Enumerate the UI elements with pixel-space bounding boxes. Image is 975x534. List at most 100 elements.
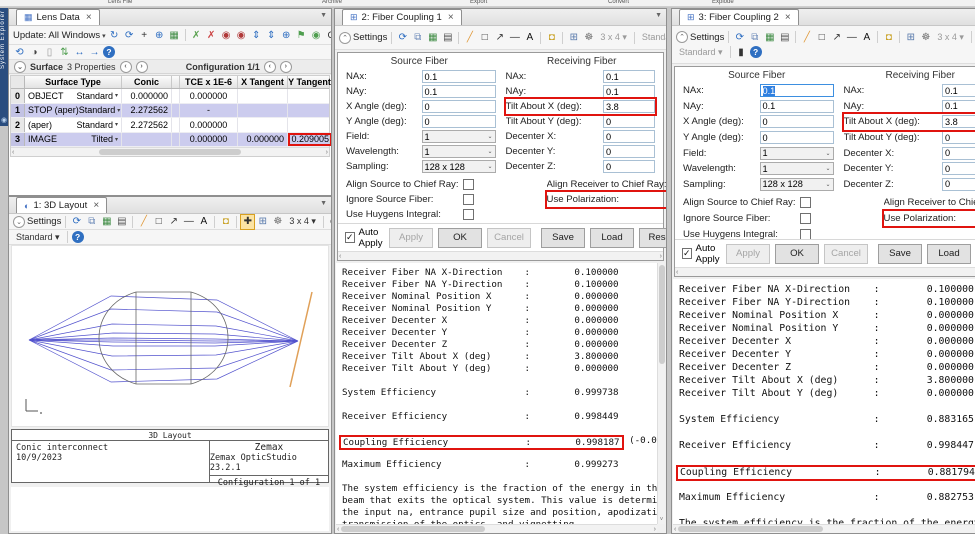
surface-type-dropdown[interactable]: Standard▾ <box>76 120 118 130</box>
conic-cell[interactable]: 2.272562 <box>122 104 172 118</box>
separator[interactable] <box>730 46 731 58</box>
orbit-icon[interactable]: ◎ <box>328 215 332 229</box>
separator[interactable] <box>236 216 237 228</box>
dash-annotation-icon[interactable]: ― <box>508 31 521 45</box>
dialog-button[interactable]: Apply <box>726 244 770 264</box>
window-icon[interactable]: ⊞ <box>904 30 917 44</box>
results-horizontal-scrollbar[interactable]: ‹› <box>336 524 657 533</box>
results-vertical-scrollbar[interactable]: ˅ <box>657 263 665 524</box>
field-input[interactable]: 0⌄ <box>942 131 975 144</box>
contrast-icon[interactable]: ◑ <box>28 45 41 59</box>
dialog-button[interactable]: Reset <box>639 228 667 248</box>
next-config-icon[interactable]: › <box>280 61 292 73</box>
config-rotate2-icon[interactable]: ⟳ <box>123 28 136 42</box>
field-input[interactable]: 0⌄ <box>942 147 975 160</box>
standard-dropdown[interactable]: Standard ▾ <box>639 31 667 45</box>
scrollbar-thumb[interactable] <box>678 526 822 532</box>
separator[interactable] <box>562 32 563 44</box>
dash-annotation-icon[interactable]: ― <box>845 30 858 44</box>
field-input[interactable]: 0⌄ <box>760 115 834 128</box>
tce-cell[interactable]: 0.000000 <box>180 89 238 103</box>
copy-icon[interactable]: ⧉ <box>748 30 761 44</box>
settings-chevron-icon[interactable]: ⌄ <box>13 216 25 228</box>
arrow-annotation-icon[interactable]: ↗ <box>830 30 843 44</box>
window-icon[interactable]: ⊞ <box>256 215 269 229</box>
tce-cell[interactable]: 0.000000 <box>180 133 238 147</box>
field-input[interactable]: 0⌄ <box>603 130 655 143</box>
separator[interactable] <box>634 32 635 44</box>
text-annotation-icon[interactable]: A <box>523 31 536 45</box>
settings-chevron-icon[interactable]: ⌃ <box>676 31 688 43</box>
conic-cell[interactable]: 0.000000 <box>122 89 172 103</box>
gear-icon[interactable]: ☸ <box>271 215 284 229</box>
dialog-button[interactable]: Load <box>590 228 634 248</box>
surface-type-dropdown[interactable]: Tilted▾ <box>91 134 118 144</box>
col-x-tangent[interactable]: X Tangent <box>238 76 288 88</box>
save-image-icon[interactable]: ▦ <box>763 30 776 44</box>
table-row[interactable]: 1 STOP (aper)Standard▾ 2.272562 - <box>11 104 329 119</box>
field-input[interactable]: 0⌄ <box>422 100 496 113</box>
y-tangent-cell[interactable] <box>288 118 332 132</box>
line-annotation-icon[interactable]: ╱ <box>463 31 476 45</box>
tab-fiber-coupling-2[interactable]: ⊞ 3: Fiber Coupling 2 × <box>679 9 799 25</box>
print-icon[interactable]: ▤ <box>441 31 454 45</box>
scrollbar-thumb[interactable] <box>341 526 485 532</box>
pan-icon[interactable]: ✚ <box>241 215 254 229</box>
next-icon[interactable]: › <box>136 61 148 73</box>
field-input[interactable]: 0⌄ <box>760 131 834 144</box>
grid-size-dropdown[interactable]: 3 x 4 ▾ <box>597 31 630 45</box>
dialog-button[interactable]: Apply <box>389 228 433 248</box>
tab-lens-data[interactable]: ▦ Lens Data × <box>16 9 100 25</box>
separator[interactable] <box>185 29 186 41</box>
surface-type-cell[interactable]: OBJECTStandard▾ <box>25 89 122 103</box>
surface-type-cell[interactable]: (aper)Standard▾ <box>25 118 122 132</box>
separator[interactable] <box>323 216 324 228</box>
y-tangent-cell[interactable] <box>288 104 332 118</box>
swap-icon[interactable]: ⇅ <box>58 45 71 59</box>
save-image-icon[interactable]: ▦ <box>100 215 113 229</box>
rect-annotation-icon[interactable]: □ <box>152 215 165 229</box>
field-input[interactable]: 0⌄ <box>603 145 655 158</box>
x-tangent-cell[interactable]: 0.000000 <box>238 133 288 147</box>
flag-icon[interactable]: ⚑ <box>295 28 308 42</box>
ray-aiming-red-icon[interactable]: ✗ <box>205 28 218 42</box>
standard-dropdown[interactable]: Standard ▾ <box>676 45 726 59</box>
separator[interactable] <box>795 31 796 43</box>
grid-size-dropdown[interactable]: 3 x 4 ▾ <box>934 30 967 44</box>
field-arrows-icon[interactable]: ⇕ <box>250 28 263 42</box>
x-tangent-cell[interactable] <box>238 104 288 118</box>
refresh-icon[interactable]: ⟳ <box>396 31 409 45</box>
x-tangent-cell[interactable] <box>238 118 288 132</box>
checkbox[interactable] <box>463 194 474 205</box>
field-input[interactable]: 0.1⌄ <box>422 70 496 83</box>
prev-config-icon[interactable]: ‹ <box>264 61 276 73</box>
dialog-button[interactable]: Cancel <box>824 244 868 264</box>
separator[interactable] <box>214 216 215 228</box>
copy-icon[interactable]: ⧉ <box>85 215 98 229</box>
field-arrows2-icon[interactable]: ⇕ <box>265 28 278 42</box>
table-horizontal-scrollbar[interactable]: ‹› <box>11 147 329 156</box>
col-surface-type[interactable]: Surface Type <box>25 76 122 88</box>
field-input[interactable]: 0⌄ <box>942 162 975 175</box>
settings-dropdown[interactable]: Settings <box>690 32 724 43</box>
field-input[interactable]: 0.1⌄ <box>760 100 834 113</box>
dialog-button[interactable]: Save <box>878 244 922 264</box>
help-icon[interactable]: ? <box>750 46 762 58</box>
grid-size-dropdown[interactable]: 3 x 4 ▾ <box>286 215 319 229</box>
separator[interactable] <box>540 32 541 44</box>
field-input[interactable]: 0⌄ <box>603 160 655 173</box>
frame-icon[interactable]: ▮ <box>735 45 748 59</box>
checkbox[interactable] <box>463 209 474 220</box>
scrollbar-thumb[interactable] <box>659 265 665 364</box>
arrow-annotation-icon[interactable]: ↗ <box>493 31 506 45</box>
col-conic[interactable]: Conic <box>122 76 172 88</box>
rect-annotation-icon[interactable]: □ <box>478 31 491 45</box>
dialog-button[interactable]: Cancel <box>487 228 531 248</box>
col-tce[interactable]: TCE x 1E-6 <box>180 76 238 88</box>
separator[interactable] <box>132 216 133 228</box>
close-tab-icon[interactable]: × <box>448 12 454 23</box>
arrow-annotation-icon[interactable]: ↗ <box>167 215 180 229</box>
field-input[interactable]: 0⌄ <box>603 115 655 128</box>
ray-aiming-green-icon[interactable]: ✗ <box>190 28 203 42</box>
refresh-icon[interactable]: ⟳ <box>733 30 746 44</box>
